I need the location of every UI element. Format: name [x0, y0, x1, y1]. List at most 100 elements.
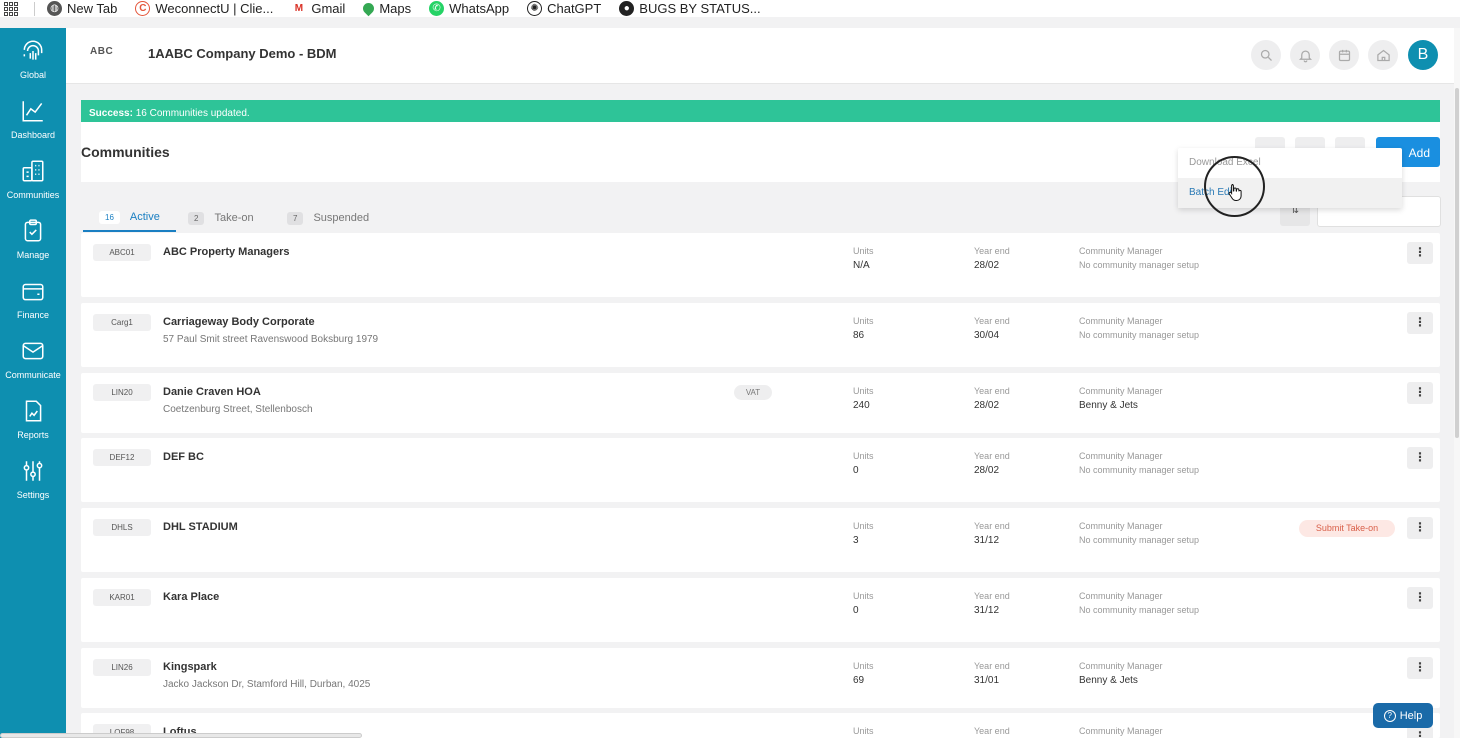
year-end-value: 31/01	[974, 675, 1000, 686]
community-row[interactable]: LIN20 Danie Craven HOA Coetzenburg Stree…	[81, 373, 1440, 433]
row-menu-button[interactable]: ⋮	[1407, 242, 1433, 264]
search-icon	[1260, 49, 1272, 61]
search-button[interactable]	[1251, 40, 1281, 70]
units-label: Units	[853, 521, 874, 531]
tab-suspended[interactable]: 7 Suspended	[271, 204, 385, 232]
success-alert: Success: 16 Communities updated.	[81, 100, 1440, 122]
fingerprint-icon	[23, 40, 43, 60]
year-end-label: Year end	[974, 451, 1010, 461]
row-menu-button[interactable]: ⋮	[1407, 312, 1433, 334]
tab-count: 16	[99, 210, 120, 224]
units-label: Units	[853, 661, 874, 671]
hand-pointer-icon	[1228, 184, 1242, 201]
row-menu-button[interactable]: ⋮	[1407, 382, 1433, 404]
manager-label: Community Manager	[1079, 591, 1163, 601]
units-label: Units	[853, 316, 874, 326]
community-address: Jacko Jackson Dr, Stamford Hill, Durban,…	[163, 679, 371, 690]
line-chart-icon	[22, 101, 43, 122]
bookmark-maps[interactable]: Maps	[361, 0, 411, 17]
gmail-icon: M	[291, 1, 307, 16]
year-end-value: 28/02	[974, 260, 1000, 271]
manager-value: No community manager setup	[1079, 605, 1200, 615]
envelope-icon	[22, 342, 44, 360]
maps-pin-icon	[361, 0, 377, 17]
company-name[interactable]: 1AABC Company Demo - BDM	[148, 46, 337, 61]
units-value: 86	[853, 330, 865, 341]
community-row[interactable]: Carg1 Carriageway Body Corporate 57 Paul…	[81, 303, 1440, 367]
community-code: ABC01	[93, 244, 151, 261]
manager-value: No community manager setup	[1079, 465, 1200, 475]
submit-take-on-badge[interactable]: Submit Take-on	[1299, 520, 1395, 537]
apps-grid-icon[interactable]	[4, 1, 20, 16]
help-button[interactable]: ? Help	[1373, 703, 1433, 728]
year-end-label: Year end	[974, 726, 1010, 736]
year-end-value: 28/02	[974, 465, 1000, 476]
sidebar: Global Dashboard Communities Manage Fina…	[0, 28, 66, 738]
sidebar-item-communities[interactable]: Communities	[0, 148, 66, 208]
row-menu-button[interactable]: ⋮	[1407, 447, 1433, 469]
community-row[interactable]: KAR01 Kara Place Units 0 Year end 31/12 …	[81, 578, 1440, 642]
year-end-label: Year end	[974, 386, 1010, 396]
sidebar-item-settings[interactable]: Settings	[0, 448, 66, 508]
units-label: Units	[853, 726, 874, 736]
manager-label: Community Manager	[1079, 246, 1163, 256]
units-label: Units	[853, 386, 874, 396]
community-code: LIN20	[93, 384, 151, 401]
year-end-label: Year end	[974, 591, 1010, 601]
community-row[interactable]: LIN26 Kingspark Jacko Jackson Dr, Stamfo…	[81, 648, 1440, 708]
community-name[interactable]: Carriageway Body Corporate	[163, 316, 315, 328]
community-row[interactable]: ABC01 ABC Property Managers Units N/A Ye…	[81, 233, 1440, 297]
manager-value: Benny & Jets	[1079, 675, 1138, 686]
github-icon: ●	[619, 1, 635, 16]
page-title: Communities	[81, 144, 170, 160]
bookmark-whatsapp[interactable]: ✆ WhatsApp	[429, 1, 509, 16]
tab-count: 2	[188, 211, 205, 225]
bell-icon	[1298, 50, 1312, 62]
globe-icon: ◍	[47, 1, 62, 16]
home-button[interactable]	[1368, 40, 1398, 70]
manager-value: No community manager setup	[1079, 330, 1200, 340]
community-code: KAR01	[93, 589, 151, 606]
units-label: Units	[853, 591, 874, 601]
sidebar-item-reports[interactable]: Reports	[0, 388, 66, 448]
community-row[interactable]: DEF12 DEF BC Units 0 Year end 28/02 Comm…	[81, 438, 1440, 502]
scrollbar-thumb[interactable]	[1455, 88, 1459, 438]
community-name[interactable]: DEF BC	[163, 451, 204, 463]
bookmark-new-tab[interactable]: ◍ New Tab	[47, 1, 117, 16]
bookmark-chatgpt[interactable]: ✺ ChatGPT	[527, 1, 601, 16]
bookmark-bugs-by-status[interactable]: ● BUGS BY STATUS...	[619, 1, 761, 16]
tab-take-on[interactable]: 2 Take-on	[172, 204, 270, 232]
bookmark-gmail[interactable]: M Gmail	[291, 1, 345, 16]
row-menu-button[interactable]: ⋮	[1407, 517, 1433, 539]
community-name[interactable]: Kara Place	[163, 591, 219, 603]
community-name[interactable]: Kingspark	[163, 661, 217, 673]
sidebar-item-manage[interactable]: Manage	[0, 208, 66, 268]
user-avatar[interactable]: B	[1408, 40, 1438, 70]
sidebar-item-dashboard[interactable]: Dashboard	[0, 88, 66, 148]
community-name[interactable]: DHL STADIUM	[163, 521, 238, 533]
row-menu-button[interactable]: ⋮	[1407, 587, 1433, 609]
community-row[interactable]: DHLS DHL STADIUM Units 3 Year end 31/12 …	[81, 508, 1440, 572]
community-name[interactable]: Danie Craven HOA	[163, 386, 261, 398]
year-end-value: 31/12	[974, 605, 1000, 616]
units-value: N/A	[853, 260, 870, 271]
tab-active[interactable]: 16 Active	[83, 204, 176, 232]
notifications-button[interactable]	[1290, 40, 1320, 70]
page-scrollbar[interactable]	[1454, 28, 1460, 738]
community-name[interactable]: ABC Property Managers	[163, 246, 290, 258]
row-menu-button[interactable]: ⋮	[1407, 657, 1433, 679]
year-end-label: Year end	[974, 316, 1010, 326]
wallet-icon	[22, 283, 44, 301]
horizontal-scrollbar[interactable]	[0, 733, 362, 738]
calendar-button[interactable]	[1329, 40, 1359, 70]
sidebar-item-finance[interactable]: Finance	[0, 268, 66, 328]
manager-value: No community manager setup	[1079, 535, 1200, 545]
sliders-icon	[23, 461, 43, 481]
community-code: DHLS	[93, 519, 151, 536]
sidebar-item-communicate[interactable]: Communicate	[0, 328, 66, 388]
bookmark-weconnectu[interactable]: C WeconnectU | Clie...	[135, 1, 273, 16]
sidebar-item-global[interactable]: Global	[0, 28, 66, 88]
community-code: DEF12	[93, 449, 151, 466]
units-value: 3	[853, 535, 859, 546]
community-code: LIN26	[93, 659, 151, 676]
